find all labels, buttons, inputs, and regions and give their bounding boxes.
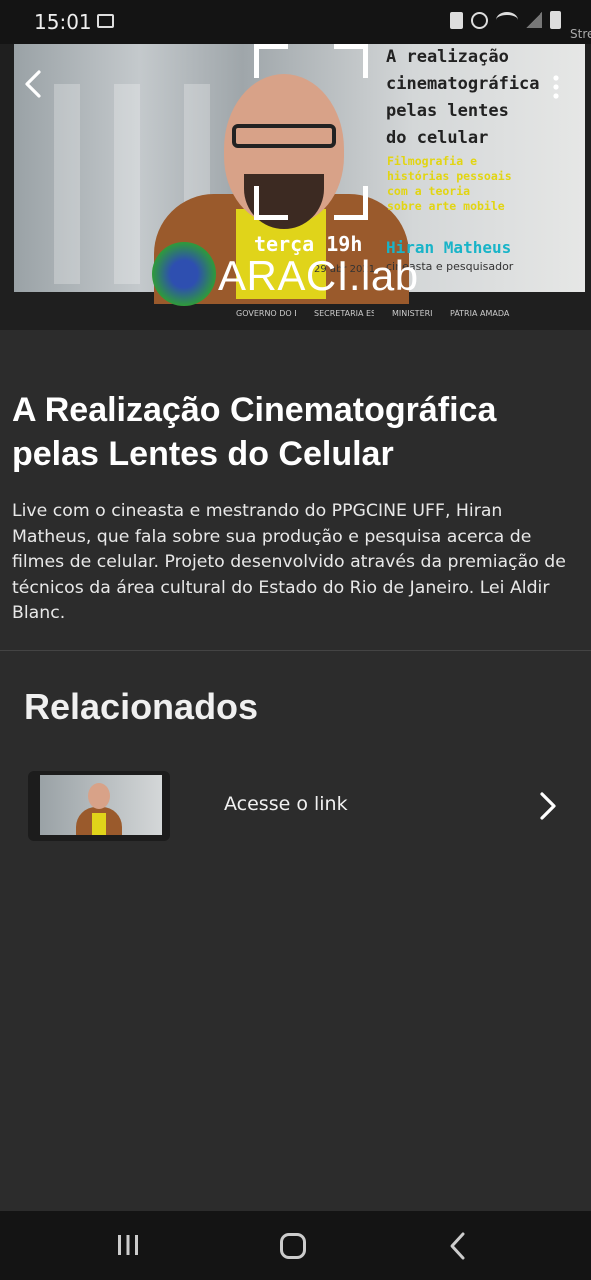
more-options-icon[interactable]: [548, 74, 564, 100]
alarm-icon: [471, 11, 488, 29]
poster-subtitle: Filmografia e histórias pessoais com a t…: [387, 154, 512, 213]
back-icon[interactable]: [448, 1231, 468, 1261]
related-heading: Relacionados: [24, 686, 259, 727]
related-item-label: Acesse o link: [224, 793, 348, 815]
sponsor-logo: PÁTRIA AMADA BRASIL: [450, 308, 510, 318]
hero-banner: A realização cinematográfica pelas lente…: [0, 44, 591, 330]
background-building: [54, 84, 80, 284]
frame-corner: [254, 186, 288, 220]
related-thumbnail: [28, 771, 170, 841]
frame-corner: [334, 186, 368, 220]
description: Live com o cineasta e mestrando do PPGCI…: [12, 501, 566, 623]
sponsor-logo: GOVERNO DO ESTADO RIO DE JANEIRO: [236, 308, 296, 318]
status-bar: 15:01: [0, 0, 591, 44]
frame-corner: [254, 44, 288, 78]
recent-apps-icon[interactable]: [116, 1233, 140, 1257]
status-time: 15:01: [34, 10, 92, 34]
araci-logo-text: ARACI.lab: [218, 252, 419, 299]
back-arrow-icon[interactable]: [20, 70, 48, 98]
page-title: A Realização Cinematográfica pelas Lente…: [12, 391, 497, 473]
background-building: [114, 84, 140, 284]
divider: [0, 650, 591, 651]
sponsor-logo: MINISTÉRIO DO TURISMO: [392, 308, 432, 318]
wifi-icon: [496, 12, 518, 28]
sponsor-logos: GOVERNO DO ESTADO RIO DE JANEIRO SECRETA…: [236, 302, 516, 324]
chevron-right-icon: [540, 792, 556, 820]
status-icons: [450, 11, 561, 29]
araci-logo-icon: [152, 242, 216, 306]
related-item[interactable]: Acesse o link: [28, 768, 568, 844]
system-nav-bar: [0, 1211, 591, 1280]
sponsor-logo: SECRETARIA ESPECIAL DA CULTURA: [314, 308, 374, 318]
frame-corner: [334, 44, 368, 78]
battery-icon: [550, 11, 561, 29]
home-icon[interactable]: [280, 1233, 306, 1259]
gallery-icon: [97, 14, 114, 28]
signal-icon: [526, 12, 542, 28]
save-icon: [450, 11, 463, 29]
overflow-text: Stre: [570, 27, 591, 41]
